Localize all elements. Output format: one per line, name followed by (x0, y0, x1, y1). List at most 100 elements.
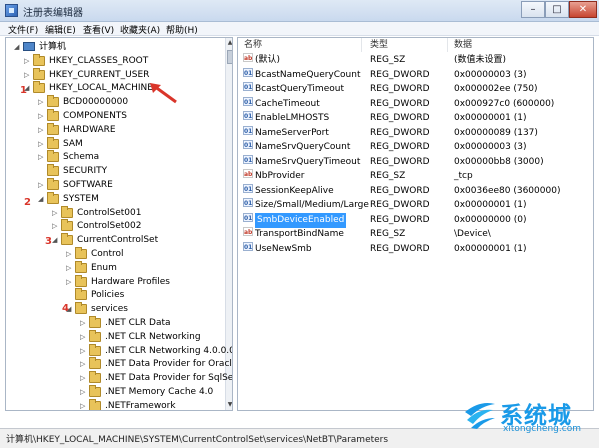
table-row[interactable]: 01 SessionKeepAlive REG_DWORD 0x0036ee80 (3… (238, 183, 593, 199)
tree-node[interactable]: ▷ .NET CLR Networking 4.0.0.0 (6, 343, 232, 358)
collapsed-arrow-icon[interactable]: ▷ (80, 357, 88, 371)
tree-node[interactable]: ◢ services (6, 302, 224, 316)
collapsed-arrow-icon[interactable]: ▷ (38, 109, 46, 123)
collapsed-arrow-icon[interactable]: ▷ (80, 344, 88, 358)
tree-node-label: SECURITY (63, 166, 108, 177)
table-row[interactable]: 01 BcastQueryTimeout REG_DWORD 0x000002ee (… (238, 82, 593, 97)
tree-node[interactable]: ▷ .NET Data Provider for SqlSer (6, 371, 232, 385)
table-row[interactable]: 01 EnableLMHOSTS REG_DWORD 0x00000001 (1) (238, 111, 593, 126)
table-row[interactable]: 01 CacheTimeout REG_DWORD 0x000927c0 (60000… (238, 96, 593, 112)
registry-tree[interactable]: ▲ ▼ ◢ 计算机 ▷ HKEY_CLASSES_ROOT ▷ HKEY_CURRENT_… (5, 37, 233, 411)
tree-node[interactable]: ▷ .NETFramework (6, 398, 224, 411)
collapsed-arrow-icon[interactable]: ▷ (52, 206, 60, 220)
value-data: 0x0036ee80 (3600000) (454, 185, 561, 196)
collapsed-arrow-icon[interactable]: ▷ (80, 399, 88, 410)
table-row[interactable]: 01 BcastNameQueryCount REG_DWORD 0x00000003… (238, 67, 593, 83)
registry-editor-icon (5, 4, 18, 17)
table-row[interactable]: 01 NameSrvQueryTimeout REG_DWORD 0x00000bb8… (238, 154, 593, 170)
collapsed-arrow-icon[interactable]: ▷ (80, 371, 88, 385)
annotation-4: 4 (62, 303, 69, 314)
column-header-data[interactable]: 数据 (448, 38, 593, 52)
value-data: 0x00000001 (1) (454, 113, 527, 123)
menu-help[interactable]: 帮助(H) (166, 23, 198, 36)
tree-node-label: .NETFramework (105, 400, 176, 411)
table-row[interactable]: 01 Size/Small/Medium/Large REG_DWORD 0x0000… (238, 198, 593, 213)
table-row[interactable]: 01 SmbDeviceEnabled REG_DWORD 0x00000000 (0… (238, 212, 593, 228)
tree-node[interactable]: ▷ SAM (6, 136, 224, 151)
tree-node[interactable]: ▷ HKEY_CURRENT_USER (6, 67, 224, 82)
value-type: REG_DWORD (370, 185, 430, 196)
expanded-arrow-icon[interactable]: ◢ (52, 233, 60, 247)
minimize-button[interactable]: – (521, 1, 545, 18)
tree-node[interactable]: ▷ HARDWARE (6, 122, 224, 137)
dword-value-icon: 01 (243, 111, 253, 120)
tree-node[interactable]: ◢ SYSTEM (6, 191, 224, 206)
collapsed-arrow-icon[interactable]: ▷ (24, 54, 32, 68)
table-row[interactable]: ab TransportBindName REG_SZ \Device\ (238, 227, 593, 242)
value-name: NameSrvQueryTimeout (255, 156, 361, 167)
tree-node[interactable]: ◢ CurrentControlSet (6, 233, 224, 247)
close-button[interactable]: ✕ (569, 1, 597, 18)
tree-node[interactable]: ▷ .NET Memory Cache 4.0 (6, 385, 224, 399)
menu-edit[interactable]: 编辑(E) (45, 23, 76, 36)
expanded-arrow-icon[interactable]: ◢ (14, 40, 22, 54)
collapsed-arrow-icon[interactable]: ▷ (24, 68, 32, 82)
table-row[interactable]: 01 NameServerPort REG_DWORD 0x00000089 (137… (238, 125, 593, 141)
string-value-icon: ab (243, 169, 253, 178)
tree-node[interactable]: ▷ .NET CLR Data (6, 316, 224, 330)
menu-view[interactable]: 查看(V) (83, 23, 114, 36)
tree-node[interactable]: ◢ 计算机 (6, 40, 224, 54)
collapsed-arrow-icon[interactable]: ▷ (38, 123, 46, 137)
tree-node[interactable]: ▷ SOFTWARE (6, 178, 224, 192)
scroll-thumb[interactable] (227, 50, 232, 64)
scroll-up-arrow-icon[interactable]: ▲ (226, 38, 232, 47)
collapsed-arrow-icon[interactable]: ▷ (66, 247, 74, 261)
tree-node[interactable]: ▷ .NET Data Provider for Oracle (6, 357, 232, 371)
tree-node-label: .NET Memory Cache 4.0 (105, 387, 214, 397)
tree-node[interactable]: ▷ Control (6, 247, 224, 261)
tree-node[interactable]: ▷ Enum (6, 260, 224, 275)
table-row[interactable]: 01 NameSrvQueryCount REG_DWORD 0x00000003 (… (238, 140, 593, 155)
value-type: REG_DWORD (370, 98, 430, 109)
tree-node-label: HARDWARE (63, 124, 116, 135)
collapsed-arrow-icon[interactable]: ▷ (66, 275, 74, 289)
value-type: REG_DWORD (370, 243, 430, 254)
column-header-name[interactable]: 名称 (238, 38, 362, 52)
scroll-down-arrow-icon[interactable]: ▼ (226, 400, 232, 409)
collapsed-arrow-icon[interactable]: ▷ (66, 261, 74, 275)
dword-value-icon: 01 (243, 198, 253, 207)
tree-node[interactable]: ▷ ControlSet002 (6, 219, 224, 233)
tree-node[interactable]: ▷ Hardware Profiles (6, 274, 224, 289)
tree-node[interactable]: ◢ HKEY_LOCAL_MACHINE (6, 81, 224, 95)
collapsed-arrow-icon[interactable]: ▷ (80, 316, 88, 330)
tree-node[interactable]: ▷ HKEY_CLASSES_ROOT (6, 53, 224, 68)
tree-node-label: SOFTWARE (63, 180, 113, 190)
folder-icon (75, 302, 87, 315)
value-data: 0x00000bb8 (3000) (454, 156, 544, 167)
menu-file[interactable]: 文件(F) (8, 23, 38, 36)
collapsed-arrow-icon[interactable]: ▷ (38, 137, 46, 151)
collapsed-arrow-icon[interactable]: ▷ (52, 219, 60, 233)
tree-node[interactable]: ▷ ControlSet001 (6, 205, 224, 220)
dword-value-icon: 01 (243, 96, 253, 106)
collapsed-arrow-icon[interactable]: ▷ (38, 178, 46, 192)
table-row[interactable]: 01 UseNewSmb REG_DWORD 0x00000001 (1) (238, 241, 593, 257)
collapsed-arrow-icon[interactable]: ▷ (80, 385, 88, 399)
tree-node-label: ControlSet002 (77, 221, 142, 232)
collapsed-arrow-icon[interactable]: ▷ (38, 150, 46, 164)
table-row[interactable]: ab (默认) REG_SZ (数值未设置) (238, 53, 593, 68)
tree-node[interactable]: ▷ .NET CLR Networking (6, 329, 224, 344)
table-row[interactable]: ab NbProvider REG_SZ _tcp (238, 169, 593, 184)
menu-favorites[interactable]: 收藏夹(A) (120, 23, 160, 36)
collapsed-arrow-icon[interactable]: ▷ (38, 95, 46, 109)
tree-node[interactable]: ▷ Schema (6, 150, 224, 164)
expanded-arrow-icon[interactable]: ◢ (38, 192, 46, 206)
tree-node[interactable]: ▷ BCD00000000 (6, 95, 224, 109)
collapsed-arrow-icon[interactable]: ▷ (80, 330, 88, 344)
column-header-type[interactable]: 类型 (362, 38, 448, 52)
tree-node[interactable]: SECURITY (6, 164, 224, 178)
maximize-button[interactable]: □ (545, 1, 569, 18)
values-list[interactable]: 名称 类型 数据 ab (默认) REG_SZ (数值未设置) 01 BcastNameQ… (237, 37, 594, 411)
tree-node[interactable]: Policies (6, 288, 224, 302)
tree-node[interactable]: ▷ COMPONENTS (6, 109, 224, 123)
